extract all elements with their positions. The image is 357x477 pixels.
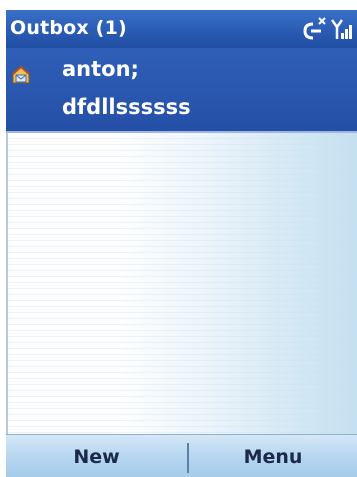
- message-subject: dfdllssssss: [62, 95, 191, 119]
- signal-strength-icon: [330, 19, 352, 39]
- outbox-window: Outbox (1) anton; dfdllssssss New Menu: [6, 10, 357, 477]
- message-recipient: anton;: [62, 57, 139, 81]
- frame-edge: [6, 133, 8, 434]
- new-softkey-button[interactable]: New: [6, 435, 187, 477]
- status-icons[interactable]: [301, 16, 353, 42]
- softkey-bar: New Menu: [6, 434, 357, 477]
- message-list-item[interactable]: anton; dfdllssssss: [6, 48, 357, 132]
- window-title: Outbox (1): [10, 17, 127, 39]
- phone-screen: Outbox (1) anton; dfdllssssss New Menu: [0, 0, 357, 477]
- menu-softkey-button[interactable]: Menu: [189, 435, 357, 477]
- message-icon: [10, 64, 32, 86]
- message-list-area[interactable]: [6, 133, 357, 434]
- title-bar: Outbox (1): [6, 10, 357, 48]
